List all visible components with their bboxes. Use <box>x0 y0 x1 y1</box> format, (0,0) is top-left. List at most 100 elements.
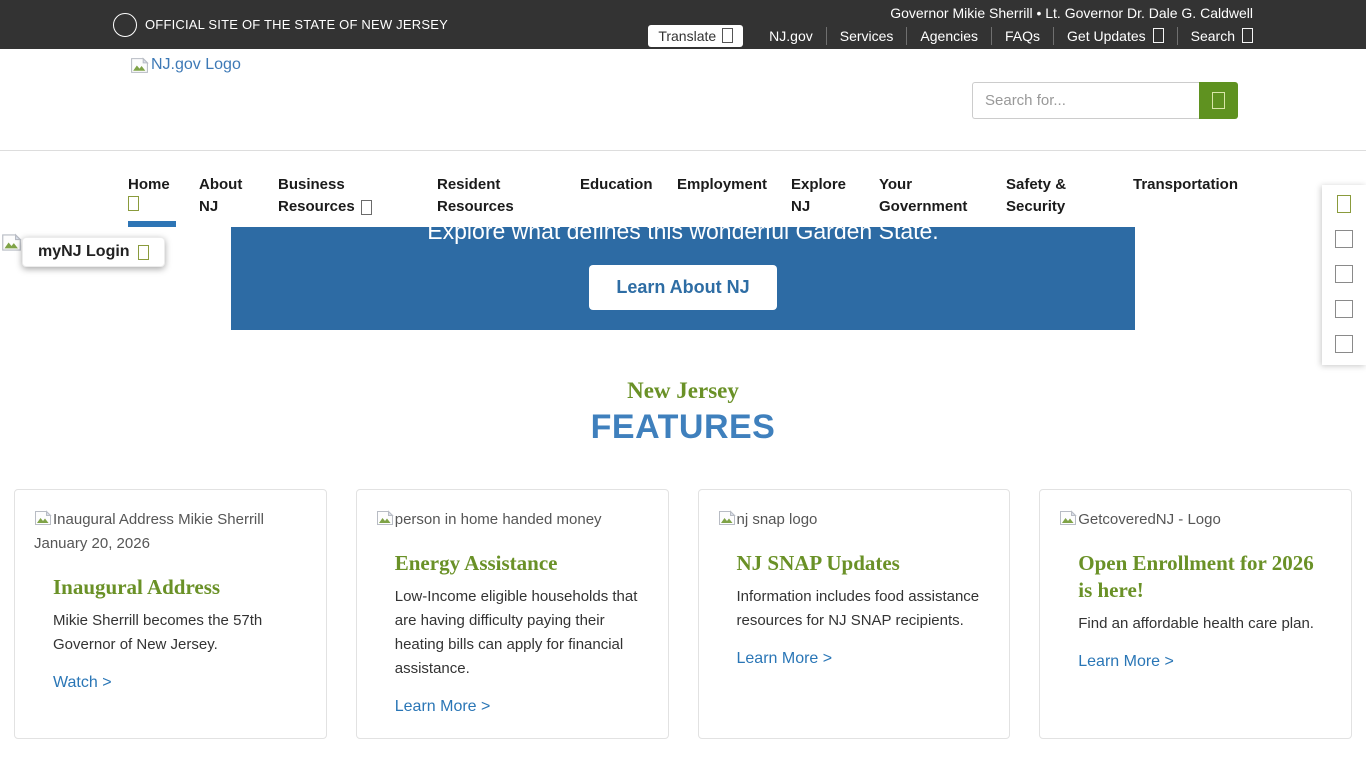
nav-label: Resources <box>437 196 514 218</box>
hero-tagline: Explore what defines this wonderful Gard… <box>231 227 1135 244</box>
broken-image-icon <box>1 233 22 257</box>
link-label: Search <box>1191 28 1235 44</box>
card-description: Information includes food assistance res… <box>737 585 991 633</box>
missing-glyph-icon[interactable] <box>1335 335 1353 353</box>
nav-label: Resident <box>437 174 580 196</box>
topbar-link-nj-gov[interactable]: NJ.gov <box>769 28 813 44</box>
learn-about-nj-button[interactable]: Learn About NJ <box>589 265 776 310</box>
search-input[interactable] <box>972 82 1199 119</box>
card-link-learn-more[interactable]: Learn More > <box>1078 653 1174 671</box>
broken-image-icon <box>34 510 52 526</box>
divider <box>826 27 827 45</box>
chevron-down-icon <box>361 200 372 215</box>
missing-glyph-icon <box>722 28 733 43</box>
features-title: FEATURES <box>0 408 1366 447</box>
link-label: FAQs <box>1005 28 1040 44</box>
nav-item-business-resources[interactable]: BusinessResources <box>278 151 437 227</box>
state-seal-icon <box>113 13 137 37</box>
nj-gov-logo-link[interactable]: NJ.gov Logo <box>130 56 241 74</box>
divider <box>991 27 992 45</box>
nav-item-your-government[interactable]: YourGovernment <box>879 151 1006 227</box>
card-description: Low-Income eligible households that are … <box>395 585 649 681</box>
nav-label: Business <box>278 174 437 196</box>
nav-item-transportation[interactable]: Transportation <box>1133 151 1238 227</box>
nav-item-employment[interactable]: Employment <box>677 151 791 227</box>
topbar-link-faqs[interactable]: FAQs <box>1005 28 1040 44</box>
topbar-link-services[interactable]: Services <box>840 28 894 44</box>
divider <box>1177 27 1178 45</box>
missing-glyph-icon[interactable] <box>1335 230 1353 248</box>
card-title: Open Enrollment for 2026 is here! <box>1078 550 1332 604</box>
nav-label: NJ <box>791 196 810 218</box>
broken-image-alt-text: Inaugural Address Mikie Sherrill January… <box>34 508 307 556</box>
card-description: Mikie Sherrill becomes the 57th Governor… <box>53 609 307 657</box>
broken-image-icon <box>1059 510 1077 526</box>
missing-glyph-icon[interactable] <box>1335 265 1353 283</box>
share-toolbar <box>1322 185 1366 365</box>
link-label: Services <box>840 28 894 44</box>
nav-item-about-nj[interactable]: AboutNJ <box>199 151 278 227</box>
broken-image-alt-text: person in home handed money <box>376 508 649 532</box>
divider <box>906 27 907 45</box>
translate-label: Translate <box>658 28 716 44</box>
official-site-text: OFFICIAL SITE OF THE STATE OF NEW JERSEY <box>145 17 448 32</box>
governor-line: Governor Mikie Sherrill • Lt. Governor D… <box>890 5 1253 21</box>
mynj-login-label: myNJ Login <box>38 243 130 261</box>
nav-label: About <box>199 174 278 196</box>
link-label: Agencies <box>920 28 978 44</box>
card-title: NJ SNAP Updates <box>737 550 991 577</box>
feature-card-open-enrollment-for-2026-is-here: GetcoveredNJ - Logo Open Enrollment for 2… <box>1039 489 1352 739</box>
card-link-learn-more[interactable]: Learn More > <box>395 698 491 716</box>
chevron-down-icon <box>128 196 139 211</box>
broken-image-alt-text: GetcoveredNJ - Logo <box>1059 508 1332 532</box>
nav-label: Resources <box>278 196 355 218</box>
site-search <box>972 82 1238 119</box>
site-header: NJ.gov Logo <box>0 49 1366 150</box>
card-link-learn-more[interactable]: Learn More > <box>737 650 833 668</box>
nav-item-home[interactable]: Home <box>128 151 199 227</box>
nav-item-explore-nj[interactable]: ExploreNJ <box>791 151 879 227</box>
nav-label: Safety & <box>1006 174 1133 196</box>
missing-glyph-icon[interactable] <box>1337 195 1351 213</box>
translate-button[interactable]: Translate <box>648 25 743 47</box>
missing-glyph-icon[interactable] <box>1335 300 1353 318</box>
topbar: OFFICIAL SITE OF THE STATE OF NEW JERSEY… <box>0 0 1366 49</box>
features-section: New Jersey FEATURES Inaugural Address Mi… <box>0 378 1366 739</box>
link-label: Get Updates <box>1067 28 1146 44</box>
nav-label: Employment <box>677 174 791 196</box>
divider <box>1053 27 1054 45</box>
broken-image-icon <box>376 510 394 526</box>
feature-card-energy-assistance: person in home handed money Energy Assist… <box>356 489 669 739</box>
nav-label: Government <box>879 196 967 218</box>
topbar-link-get-updates[interactable]: Get Updates <box>1067 28 1164 44</box>
card-title: Inaugural Address <box>53 574 307 601</box>
topbar-link-agencies[interactable]: Agencies <box>920 28 978 44</box>
nav-label: Home <box>128 174 199 196</box>
nav-label: Your <box>879 174 1006 196</box>
search-button[interactable] <box>1199 82 1238 119</box>
feature-card-inaugural-address: Inaugural Address Mikie Sherrill January… <box>14 489 327 739</box>
card-description: Find an affordable health care plan. <box>1078 612 1332 636</box>
missing-glyph-icon <box>138 245 149 260</box>
nav-item-safety-security[interactable]: Safety &Security <box>1006 151 1133 227</box>
nav-label: NJ <box>199 196 218 218</box>
logo-alt-text: NJ.gov Logo <box>151 56 241 74</box>
topbar-links: Translate NJ.gov Services Agencies FAQs Get … <box>648 25 1253 47</box>
missing-glyph-icon <box>1242 28 1253 43</box>
card-link-watch[interactable]: Watch > <box>53 674 112 692</box>
nav-item-resident-resources[interactable]: ResidentResources <box>437 151 580 227</box>
missing-glyph-icon <box>1212 92 1225 109</box>
hero-banner: Explore what defines this wonderful Gard… <box>231 227 1135 330</box>
nav-label: Explore <box>791 174 879 196</box>
mynj-login-button[interactable]: myNJ Login <box>22 237 165 267</box>
broken-image-alt-text: nj snap logo <box>718 508 991 532</box>
feature-card-nj-snap-updates: nj snap logo NJ SNAP Updates Information i… <box>698 489 1011 739</box>
nav-label: Security <box>1006 196 1065 218</box>
features-kicker: New Jersey <box>0 378 1366 404</box>
nav-label: Education <box>580 174 677 196</box>
broken-image-icon <box>130 57 149 74</box>
broken-image-icon <box>718 510 736 526</box>
nav-item-education[interactable]: Education <box>580 151 677 227</box>
topbar-link-search[interactable]: Search <box>1191 28 1253 44</box>
card-title: Energy Assistance <box>395 550 649 577</box>
